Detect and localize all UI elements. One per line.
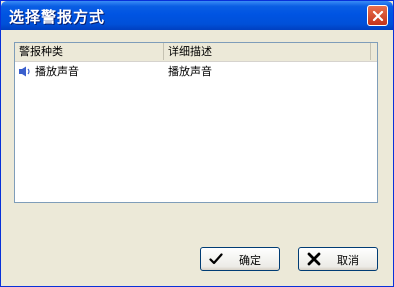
column-header-description[interactable]: 详细描述 (164, 43, 371, 60)
alarm-type-cell: 播放声音 (35, 65, 79, 78)
x-icon (307, 252, 321, 266)
cancel-button[interactable]: 取消 (298, 247, 378, 271)
title-bar[interactable]: 选择警报方式 (1, 1, 393, 30)
list-item[interactable]: 播放声音 播放声音 (15, 63, 377, 80)
ok-button-label: 确定 (239, 254, 261, 267)
close-icon (372, 10, 384, 22)
list-header: 警报种类 详细描述 (15, 43, 377, 62)
checkmark-icon (209, 253, 223, 265)
alarm-description-cell: 播放声音 (168, 65, 212, 78)
close-button[interactable] (367, 5, 388, 26)
cancel-button-label: 取消 (337, 254, 359, 267)
window-title: 选择警报方式 (9, 8, 106, 26)
ok-button[interactable]: 确定 (200, 247, 280, 271)
speaker-icon (19, 66, 30, 77)
alarm-list[interactable]: 警报种类 详细描述 播放声音 播放声音 (14, 42, 378, 203)
dialog-window: 选择警报方式 警报种类 详细描述 播放声音 播放声音 确定 取消 (0, 0, 394, 287)
column-header-type[interactable]: 警报种类 (15, 43, 164, 60)
